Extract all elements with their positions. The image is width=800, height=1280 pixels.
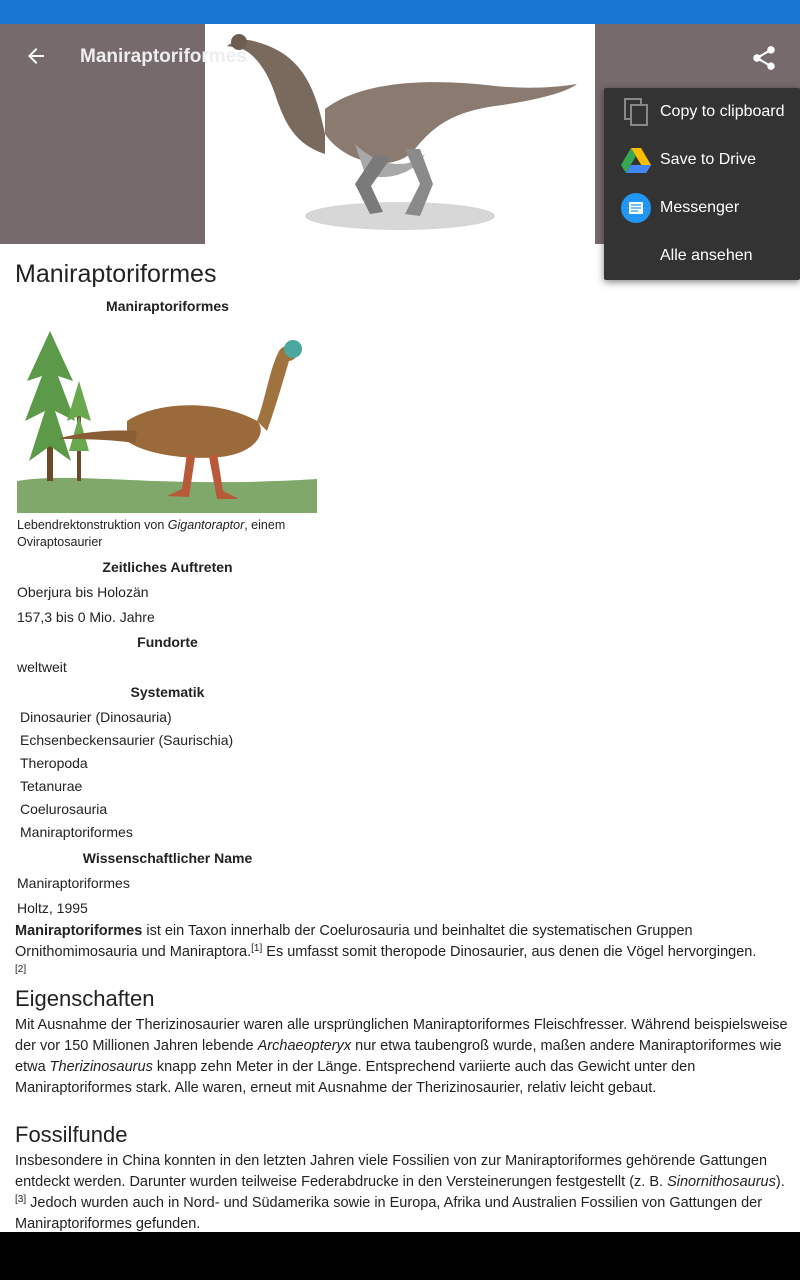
app-title: Maniraptoriformes (80, 46, 247, 67)
menu-item-drive[interactable]: Save to Drive (604, 136, 800, 184)
menu-label: Save to Drive (660, 151, 757, 168)
para-text: ). (775, 1174, 785, 1190)
menu-item-see-all[interactable]: Alle ansehen (604, 232, 800, 280)
hero-image (205, 24, 595, 244)
sci-name-value: Maniraptoriformes (17, 875, 130, 891)
menu-label: Copy to clipboard (660, 103, 785, 120)
systematics-item[interactable]: Echsenbeckensaurier (Saurischia) (15, 730, 320, 753)
arrow-back-icon (28, 48, 44, 64)
intro-bold: Maniraptoriformes (15, 923, 143, 939)
intro-paragraph: Maniraptoriformes ist ein Taxon innerhal… (15, 921, 790, 984)
time-header: Zeitliches Auftreten (102, 559, 233, 575)
sci-name-author[interactable]: Holtz, 1995 (15, 898, 320, 923)
reference-link[interactable]: [1] (251, 943, 262, 954)
para-text: Jedoch wurden auch in Nord- und Südameri… (15, 1195, 763, 1232)
systematics-header: Systematik (130, 684, 205, 700)
intro-text: Es umfasst somit theropode Dinosaurier, … (262, 944, 757, 960)
time-years: 157,3 bis 0 Mio. Jahre (17, 609, 155, 625)
navigation-bar (0, 1232, 800, 1280)
menu-item-messenger[interactable]: Messenger (604, 184, 800, 232)
finds-value: weltweit (17, 659, 67, 675)
section-paragraph: Insbesondere in China konnten in den let… (15, 1151, 790, 1232)
infobox-header: Maniraptoriformes (106, 298, 229, 314)
copy-icon (620, 96, 652, 128)
para-text: Insbesondere in China konnten in den let… (15, 1153, 768, 1190)
drive-icon (620, 144, 652, 176)
section-heading-fossilfunde: Fossilfunde (15, 1122, 128, 1147)
menu-label: Messenger (660, 199, 740, 216)
infobox: Maniraptoriformes Lebendrektonstruktion … (15, 296, 320, 923)
time-range[interactable]: Oberjura bis Holozän (15, 582, 320, 607)
messenger-icon (620, 192, 652, 224)
article-content: Maniraptoriformes Maniraptoriformes Lebe… (0, 244, 800, 1232)
share-menu: Copy to clipboard Save to Drive Messenge… (604, 88, 800, 280)
para-italic[interactable]: Therizinosaurus (50, 1059, 153, 1075)
reference-link[interactable]: [3] (15, 1194, 26, 1205)
para-italic[interactable]: Archaeopteryx (258, 1038, 352, 1054)
section-paragraph: Mit Ausnahme der Therizinosaurier waren … (15, 1015, 790, 1099)
para-italic[interactable]: Sinornithosaurus (667, 1174, 776, 1190)
infobox-image[interactable] (17, 321, 317, 513)
page-title: Maniraptoriformes (15, 260, 217, 288)
caption-text: Lebendrektonstruktion von (17, 518, 168, 532)
caption-italic: Gigantoraptor (167, 518, 245, 532)
section-heading-eigenschaften: Eigenschaften (15, 986, 155, 1011)
finds-header: Fundorte (137, 634, 198, 650)
systematics-item[interactable]: Coelurosauria (15, 799, 320, 822)
sci-name-header: Wissenschaftlicher Name (82, 850, 253, 866)
reference-link[interactable]: [2] (15, 964, 26, 975)
menu-label: Alle ansehen (660, 247, 753, 264)
back-button[interactable] (20, 40, 52, 72)
share-icon (753, 46, 775, 70)
systematics-item[interactable]: Tetanurae (15, 776, 320, 799)
systematics-item[interactable]: Theropoda (15, 753, 320, 776)
systematics-item[interactable]: Dinosaurier (Dinosauria) (15, 707, 320, 730)
infobox-caption: Lebendrektonstruktion von Gigantoraptor,… (17, 517, 317, 551)
status-bar (0, 0, 800, 24)
systematics-item: Maniraptoriformes (20, 824, 133, 840)
menu-item-copy[interactable]: Copy to clipboard (604, 88, 800, 136)
share-button[interactable] (744, 38, 784, 78)
